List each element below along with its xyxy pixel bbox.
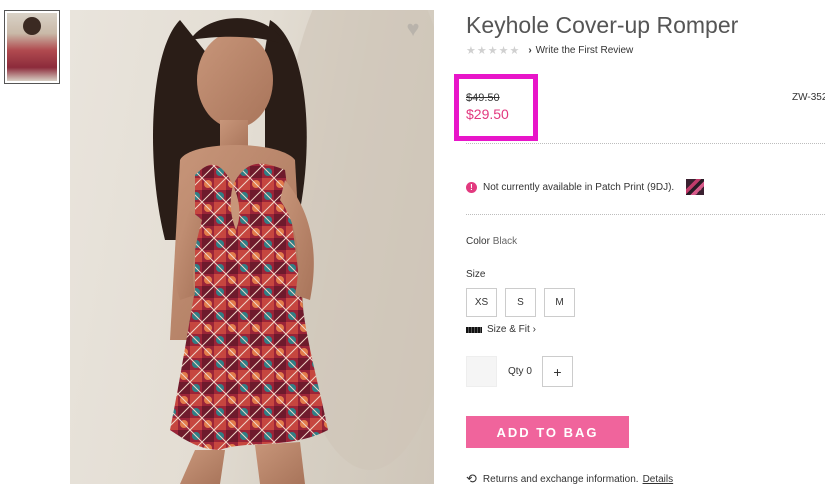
size-fit-link[interactable]: Size & Fit › (466, 324, 536, 335)
size-option-s[interactable]: S (505, 288, 536, 317)
product-sku: ZW-352 (792, 92, 825, 103)
product-title: Keyhole Cover-up Romper (466, 12, 739, 38)
thumbnail-photo (7, 13, 57, 81)
original-price: $49.50 (466, 92, 500, 104)
availability-text: Not currently available in Patch Print (… (483, 181, 675, 193)
ruler-icon (466, 326, 482, 333)
rating-stars: ★★★★★ (466, 45, 521, 57)
chevron-right-icon: › (529, 324, 536, 335)
size-fit-label: Size & Fit (487, 324, 530, 335)
quantity-stepper: Qty 0 + (466, 356, 573, 387)
size-option-m[interactable]: M (544, 288, 575, 317)
model-photo-illustration (153, 10, 434, 484)
heart-icon[interactable]: ♥ (402, 18, 424, 40)
returns-text: Returns and exchange information. (482, 473, 639, 484)
write-review-label: Write the First Review (535, 45, 634, 56)
color-label: Color (466, 236, 490, 247)
sale-price: $29.50 (466, 106, 509, 122)
color-row: Color Black (466, 236, 517, 247)
returns-icon: ⟲ (466, 471, 477, 484)
qty-decrease-button[interactable] (466, 356, 497, 387)
availability-notice: ! Not currently available in Patch Print… (466, 179, 705, 195)
size-option-xs[interactable]: XS (466, 288, 497, 317)
color-value: Black (492, 236, 518, 247)
rating-row: ★★★★★ › Write the First Review (466, 44, 633, 57)
product-main-image: ♥ (70, 10, 434, 484)
add-to-bag-button[interactable]: ADD TO BAG (466, 416, 629, 448)
divider (466, 143, 825, 144)
color-swatch[interactable] (686, 179, 705, 195)
size-label: Size (466, 269, 486, 280)
details-link[interactable]: Details (643, 474, 674, 484)
divider (466, 214, 825, 215)
write-review-link[interactable]: › Write the First Review (528, 45, 633, 56)
chevron-right-icon: › (528, 45, 532, 56)
thumbnail-image[interactable] (4, 10, 60, 84)
returns-info: ⟲ Returns and exchange information. Deta… (466, 471, 673, 484)
alert-icon: ! (466, 181, 477, 193)
qty-increase-button[interactable]: + (541, 356, 573, 387)
qty-label: Qty 0 (508, 366, 532, 377)
size-options: XS S M (466, 288, 575, 317)
